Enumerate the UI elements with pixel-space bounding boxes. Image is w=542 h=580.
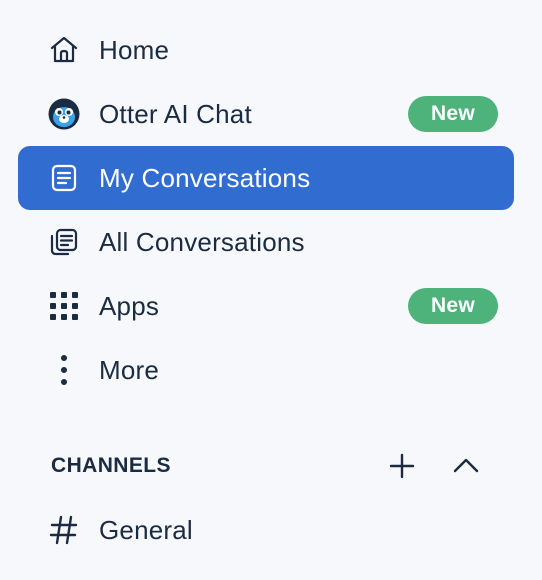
nav-label-more: More <box>99 355 160 385</box>
nav-item-all-conversations[interactable]: All Conversations <box>18 210 514 274</box>
nav-item-otter-ai-chat[interactable]: Otter AI Chat New <box>18 82 514 146</box>
nav-label-home: Home <box>99 35 170 65</box>
channels-header: CHANNELS <box>0 434 542 498</box>
nav-label-otter-ai-chat: Otter AI Chat <box>99 99 252 129</box>
documents-stack-icon <box>48 226 80 258</box>
chevron-up-icon <box>453 458 479 473</box>
channel-label-general: General <box>99 515 193 545</box>
nav-label-all-conversations: All Conversations <box>99 227 305 257</box>
nav-item-more[interactable]: More <box>18 338 514 402</box>
nav-label-apps: Apps <box>99 291 160 321</box>
home-icon <box>48 34 80 66</box>
sidebar: Home Otter AI Chat New My Conversations … <box>0 0 542 580</box>
hash-icon <box>48 514 80 546</box>
channels-title: CHANNELS <box>51 454 171 477</box>
new-badge: New <box>408 96 498 132</box>
channel-item-general[interactable]: General <box>18 498 514 562</box>
new-badge: New <box>408 288 498 324</box>
plus-icon <box>389 453 415 479</box>
nav-item-my-conversations[interactable]: My Conversations <box>18 146 514 210</box>
document-icon <box>48 162 80 194</box>
vertical-dots-icon <box>48 354 80 386</box>
nav-item-apps[interactable]: Apps New <box>18 274 514 338</box>
nav-label-my-conversations: My Conversations <box>99 163 311 193</box>
nav-item-home[interactable]: Home <box>18 18 514 82</box>
collapse-channels-button[interactable] <box>452 452 480 480</box>
add-channel-button[interactable] <box>388 452 416 480</box>
grid-icon <box>48 290 80 322</box>
otter-avatar-icon <box>48 98 80 130</box>
